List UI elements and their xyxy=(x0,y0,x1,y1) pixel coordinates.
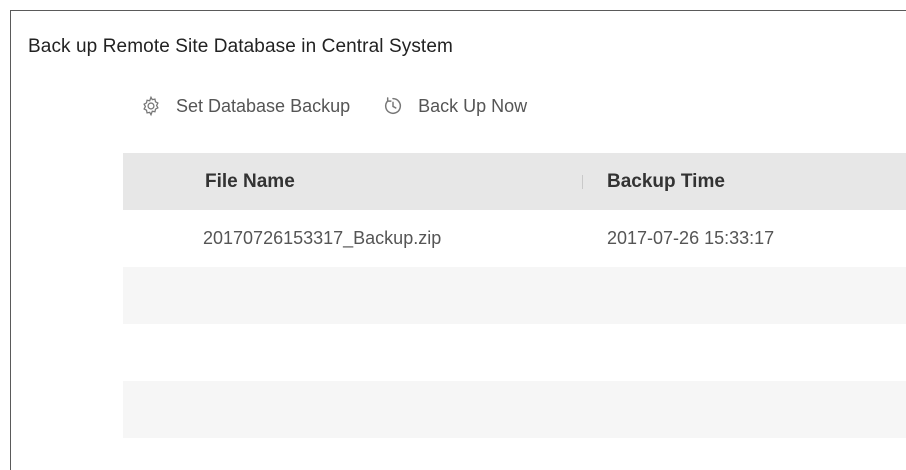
back-up-now-button[interactable]: Back Up Now xyxy=(382,95,527,117)
backup-time-cell: 2017-07-26 15:33:17 xyxy=(607,228,775,248)
toolbar: Set Database Backup Back Up Now xyxy=(140,92,559,120)
table-row-empty xyxy=(123,267,906,324)
backup-table: File Name Backup Time 20170726153317_Bac… xyxy=(123,153,906,438)
column-divider[interactable] xyxy=(582,175,583,189)
file-name-cell: 20170726153317_Backup.zip xyxy=(203,228,442,248)
set-database-backup-label: Set Database Backup xyxy=(176,95,351,116)
page-title: Back up Remote Site Database in Central … xyxy=(28,36,453,57)
column-header-file-name[interactable]: File Name xyxy=(205,153,295,210)
table-row-empty xyxy=(123,324,906,381)
gear-icon xyxy=(143,95,159,117)
table-header: File Name Backup Time xyxy=(123,153,906,210)
clock-refresh-icon xyxy=(385,97,402,115)
back-up-now-label: Back Up Now xyxy=(418,95,528,116)
table-row-empty xyxy=(123,381,906,438)
set-database-backup-button[interactable]: Set Database Backup xyxy=(140,95,350,117)
table-row[interactable]: 20170726153317_Backup.zip 2017-07-26 15:… xyxy=(123,210,906,267)
column-header-backup-time[interactable]: Backup Time xyxy=(607,153,725,210)
